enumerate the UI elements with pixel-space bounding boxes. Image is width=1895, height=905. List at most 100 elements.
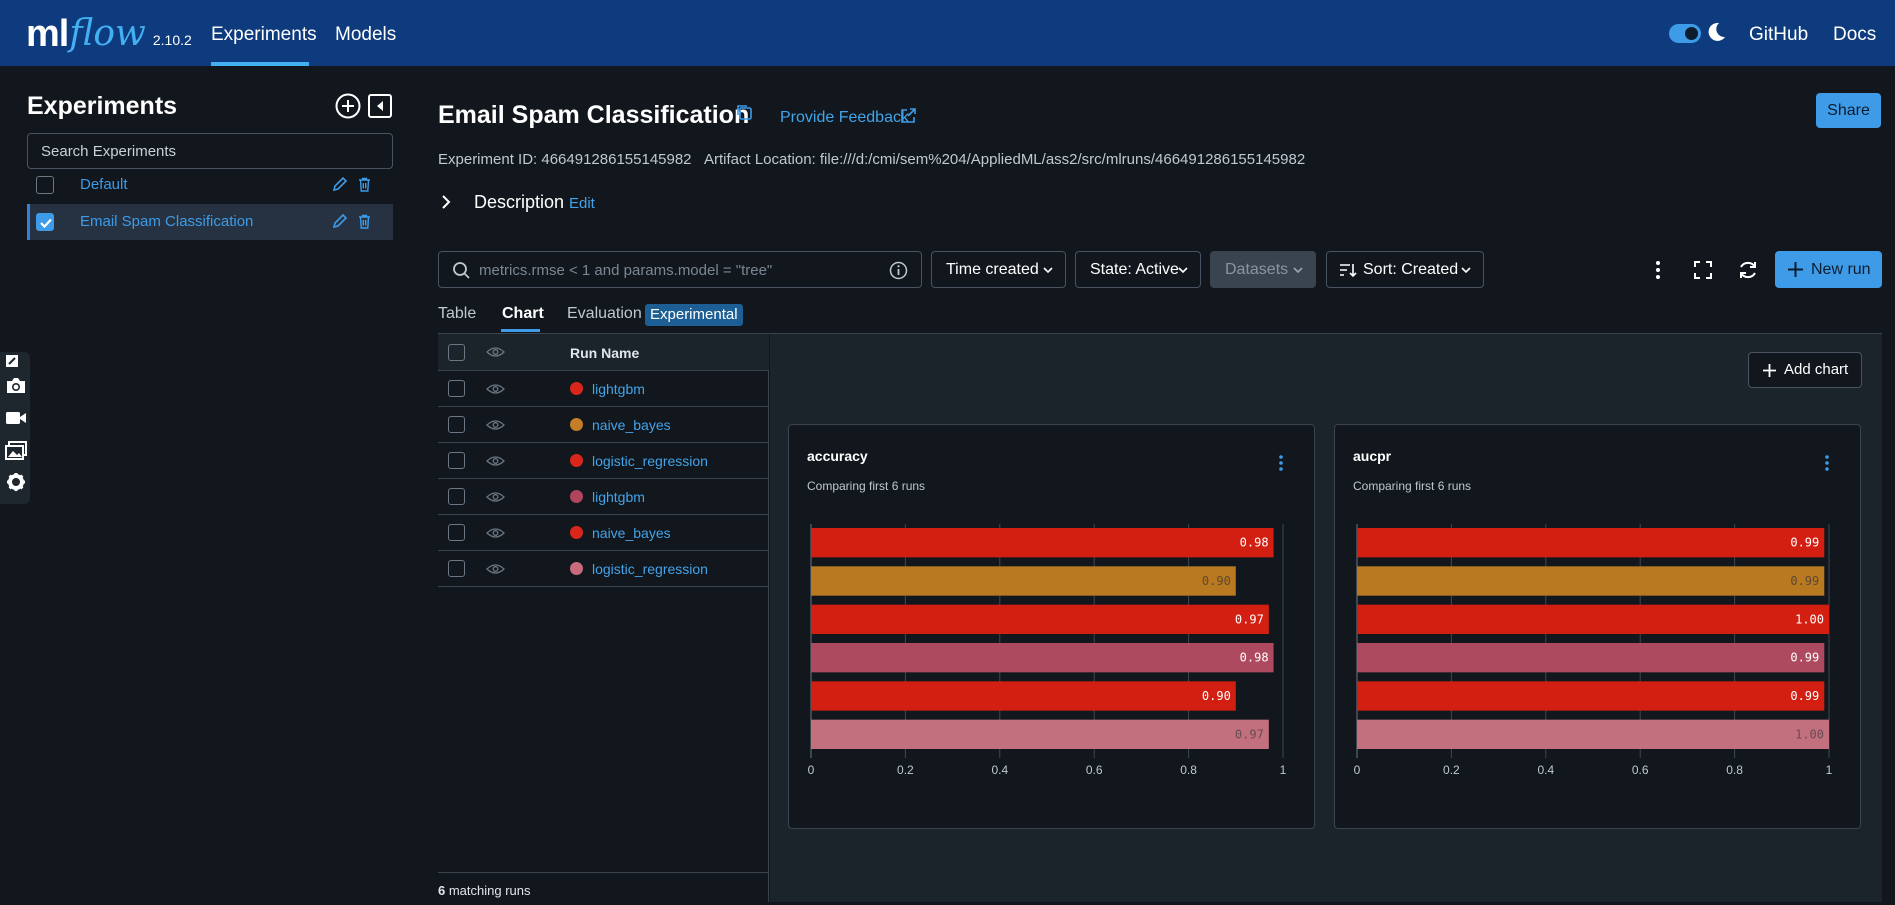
experiment-search-input[interactable] [27, 133, 393, 169]
experiment-row-default[interactable]: Default [27, 167, 393, 203]
bar[interactable] [1357, 528, 1825, 558]
eye-icon[interactable] [486, 346, 505, 358]
tick-label: 0.6 [1632, 763, 1649, 777]
chevron-right-icon[interactable] [440, 195, 452, 209]
runs-search-input[interactable] [479, 258, 879, 282]
bar[interactable] [811, 681, 1236, 711]
pencil-icon[interactable] [332, 213, 348, 229]
run-name-header[interactable]: Run Name [570, 345, 639, 361]
pencil-icon[interactable] [332, 176, 348, 192]
run-row[interactable]: naive_bayes [438, 407, 769, 443]
experiment-name[interactable]: Default [80, 176, 128, 193]
collapse-sidebar-icon[interactable] [367, 93, 393, 119]
runs-search-box[interactable] [438, 251, 922, 288]
bar[interactable] [1357, 681, 1825, 711]
trash-icon[interactable] [358, 214, 371, 229]
bar-value-label: 1.00 [1795, 727, 1824, 741]
datasets-dropdown[interactable]: Datasets [1210, 251, 1316, 288]
description-edit-link[interactable]: Edit [569, 195, 595, 212]
run-name-link[interactable]: naive_bayes [592, 417, 671, 433]
run-color-dot [570, 382, 583, 395]
add-experiment-icon[interactable] [335, 93, 361, 119]
github-link[interactable]: GitHub [1749, 0, 1808, 66]
add-chart-button[interactable]: Add chart [1748, 352, 1862, 388]
nav-experiments[interactable]: Experiments [211, 0, 317, 66]
run-name-link[interactable]: lightgbm [592, 489, 645, 505]
video-camera-icon[interactable] [5, 408, 27, 428]
chevron-down-icon [1293, 267, 1303, 274]
tab-table[interactable]: Table [438, 305, 476, 323]
nav-models[interactable]: Models [335, 0, 396, 66]
refresh-icon[interactable] [1737, 259, 1759, 281]
more-options-icon[interactable] [1647, 259, 1669, 281]
eye-icon[interactable] [486, 383, 505, 395]
run-checkbox[interactable] [448, 524, 465, 541]
experiment-checkbox-checked[interactable] [36, 213, 54, 231]
dark-mode-toggle[interactable] [1669, 24, 1701, 43]
run-checkbox[interactable] [448, 380, 465, 397]
run-checkbox[interactable] [448, 452, 465, 469]
sort-dropdown[interactable]: Sort: Created [1326, 251, 1484, 288]
description-toggle[interactable]: Description [474, 192, 564, 213]
run-row[interactable]: logistic_regression [438, 551, 769, 587]
check-icon [40, 218, 52, 229]
fullscreen-icon[interactable] [1692, 259, 1714, 281]
bar[interactable] [811, 604, 1269, 634]
time-created-dropdown[interactable]: Time created [931, 251, 1066, 288]
external-link-icon[interactable] [900, 107, 917, 124]
bar[interactable] [811, 719, 1269, 749]
logo-flow: flow [69, 13, 146, 54]
eye-icon[interactable] [486, 491, 505, 503]
new-run-button[interactable]: New run [1775, 251, 1882, 288]
tick-label: 0.2 [897, 763, 914, 777]
dropdown-label: State: Active [1090, 261, 1179, 278]
run-name-link[interactable]: logistic_regression [592, 561, 708, 577]
select-all-checkbox[interactable] [448, 344, 465, 361]
experiment-name[interactable]: Email Spam Classification [80, 213, 253, 230]
run-row[interactable]: lightgbm [438, 479, 769, 515]
eye-icon[interactable] [486, 455, 505, 467]
run-row[interactable]: naive_bayes [438, 515, 769, 551]
eye-icon[interactable] [486, 527, 505, 539]
run-checkbox[interactable] [448, 488, 465, 505]
run-name-link[interactable]: lightgbm [592, 381, 645, 397]
tab-evaluation[interactable]: Evaluation [567, 305, 642, 323]
tick-label: 0.4 [991, 763, 1008, 777]
tab-chart[interactable]: Chart [502, 305, 544, 323]
bar[interactable] [811, 643, 1274, 673]
gallery-icon[interactable] [5, 441, 27, 461]
experiment-row-email-spam[interactable]: Email Spam Classification [27, 204, 393, 240]
bar[interactable] [1357, 604, 1829, 634]
provide-feedback-link[interactable]: Provide Feedback [780, 109, 909, 127]
docs-link[interactable]: Docs [1833, 0, 1876, 66]
camera-icon[interactable] [5, 375, 27, 395]
pin-icon[interactable] [5, 354, 19, 368]
run-checkbox[interactable] [448, 560, 465, 577]
copy-icon[interactable] [735, 103, 753, 121]
share-button[interactable]: Share [1816, 93, 1881, 128]
mlflow-logo[interactable]: ml flow 2.10.2 [26, 6, 192, 56]
bar[interactable] [811, 566, 1236, 596]
info-icon[interactable] [889, 261, 908, 280]
matching-runs-count: 6 matching runs [438, 883, 531, 898]
state-dropdown[interactable]: State: Active [1075, 251, 1201, 288]
new-run-label: New run [1811, 261, 1871, 278]
bar[interactable] [811, 528, 1274, 558]
bar[interactable] [1357, 643, 1825, 673]
eye-icon[interactable] [486, 419, 505, 431]
run-color-dot [570, 490, 583, 503]
run-name-link[interactable]: logistic_regression [592, 453, 708, 469]
eye-icon[interactable] [486, 563, 505, 575]
run-name-link[interactable]: naive_bayes [592, 525, 671, 541]
run-row[interactable]: logistic_regression [438, 443, 769, 479]
gear-icon[interactable] [5, 472, 27, 492]
run-color-dot [570, 418, 583, 431]
bar-value-label: 0.99 [1790, 536, 1819, 550]
run-checkbox[interactable] [448, 416, 465, 433]
trash-icon[interactable] [358, 177, 371, 192]
run-row[interactable]: lightgbm [438, 371, 769, 407]
bar[interactable] [1357, 566, 1825, 596]
experiment-checkbox[interactable] [36, 176, 54, 194]
bar[interactable] [1357, 719, 1829, 749]
chevron-down-icon [1461, 267, 1471, 274]
